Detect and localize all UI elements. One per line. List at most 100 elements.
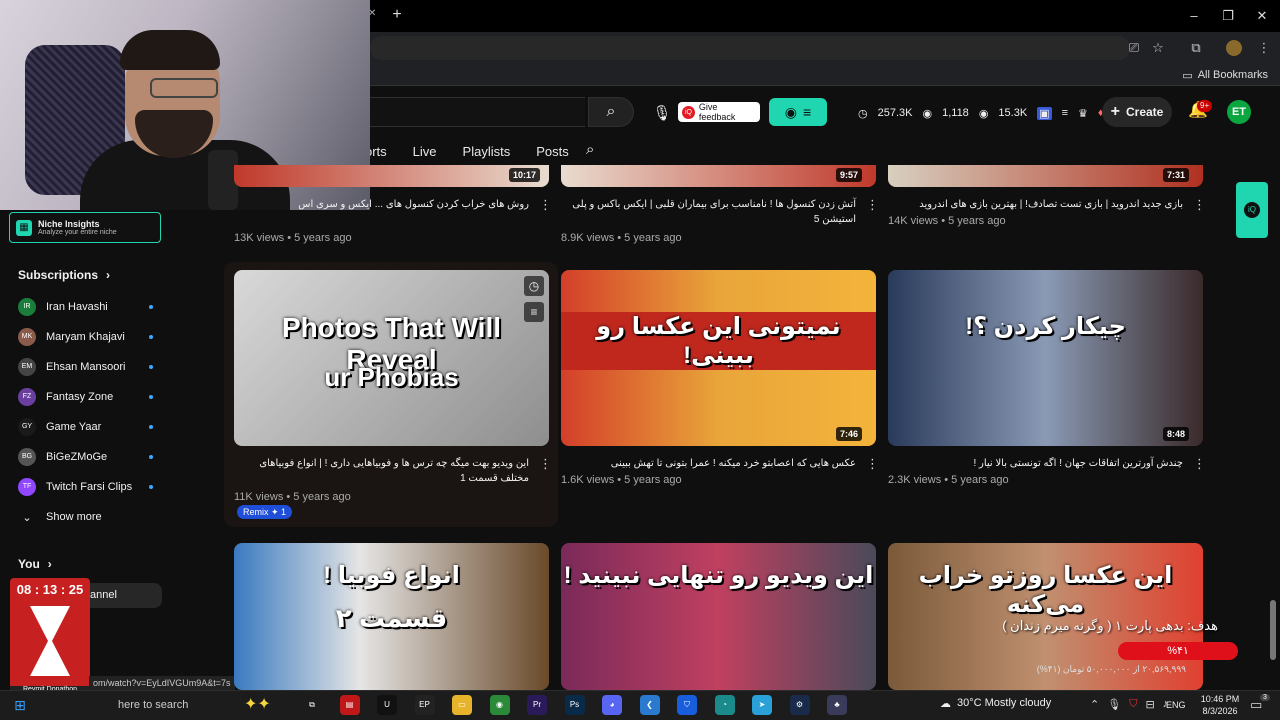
remix-badge[interactable]: Remix ✦ 1 bbox=[237, 505, 293, 519]
video-thumbnail[interactable]: نمیتونی این عکسا رو ببینی! bbox=[561, 270, 876, 446]
video-thumbnail[interactable]: این ویدیو رو تنهایی نبینید ! bbox=[561, 543, 876, 690]
unreal-icon[interactable]: U bbox=[377, 695, 397, 715]
video-title[interactable]: بازی جدید اندروید | بازی تست تصادف! | به… bbox=[888, 197, 1183, 212]
voice-search-button[interactable]: 🎙 bbox=[648, 99, 676, 127]
sidebar-item-subscription[interactable]: FZ Fantasy Zone bbox=[18, 387, 153, 407]
sidebar-item-label: Iran Havashi bbox=[46, 301, 108, 313]
tab-live[interactable]: Live bbox=[413, 144, 437, 159]
minimize-icon[interactable]: – bbox=[1184, 6, 1204, 26]
language-indicator[interactable]: ENG bbox=[1166, 700, 1186, 710]
sidebar-item-subscription[interactable]: GY Game Yaar bbox=[18, 417, 153, 437]
sidebar-item-label: Ehsan Mansoori bbox=[46, 361, 126, 373]
vscode-icon[interactable]: ❮ bbox=[639, 695, 660, 715]
close-window-icon[interactable]: ✕ bbox=[1252, 6, 1272, 26]
vidiq-button[interactable]: ◉ ≡ bbox=[769, 98, 827, 126]
video-menu-icon[interactable]: ⋮ bbox=[539, 197, 552, 213]
watch-later-icon[interactable]: ◷ bbox=[524, 276, 544, 296]
list-icon[interactable]: ≡ bbox=[1062, 107, 1068, 119]
niche-insights-button[interactable]: ▦ Niche Insights Analyze your entire nic… bbox=[9, 212, 161, 243]
sidebar-item-subscription[interactable]: IR Iran Havashi bbox=[18, 297, 153, 317]
your-channel-item[interactable]: annel bbox=[86, 583, 162, 608]
trophy-icon[interactable]: ♛ bbox=[1078, 107, 1088, 120]
video-meta: 13K views • 5 years ago bbox=[234, 232, 352, 244]
scrollbar-thumb[interactable] bbox=[1270, 600, 1276, 660]
video-thumbnail[interactable] bbox=[888, 165, 1203, 187]
avatar[interactable]: ET bbox=[1227, 100, 1251, 124]
sidebar-item-subscription[interactable]: TF Twitch Farsi Clips bbox=[18, 477, 153, 497]
show-more-button[interactable]: ⌄ Show more bbox=[18, 507, 153, 527]
extensions-icon[interactable]: ⧉ bbox=[1186, 38, 1206, 58]
video-menu-icon[interactable]: ⋮ bbox=[539, 456, 552, 472]
video-title[interactable]: چندش آورترین اتفاقات جهان ! اگه تونستی ب… bbox=[888, 456, 1183, 471]
weather-widget[interactable]: ☁ 30°C Mostly cloudy bbox=[940, 697, 1051, 710]
channel-avatar: BG bbox=[18, 448, 36, 466]
cloud-icon: ☁ bbox=[940, 698, 951, 710]
video-thumbnail[interactable] bbox=[561, 165, 876, 187]
video-menu-icon[interactable]: ⋮ bbox=[1193, 197, 1206, 213]
bitwarden-icon[interactable]: ⛉ bbox=[677, 695, 697, 715]
sidebar-item-subscription[interactable]: MK Maryam Khajavi bbox=[18, 327, 153, 347]
add-to-queue-icon[interactable]: ≡ bbox=[524, 302, 544, 322]
video-meta: 1.6K views • 5 years ago bbox=[561, 474, 682, 486]
video-title[interactable]: این ویدیو بهت میگه چه ترس ها و فوبیاهایی… bbox=[234, 456, 529, 486]
vidiq-icon: ◉ bbox=[784, 103, 798, 120]
video-meta: 14K views • 5 years ago bbox=[888, 215, 1006, 227]
plus-icon: + bbox=[1110, 103, 1120, 120]
new-tab-icon[interactable]: + bbox=[388, 6, 406, 24]
give-feedback-button[interactable]: iQ Give feedback bbox=[678, 102, 760, 122]
maximize-icon[interactable]: ❐ bbox=[1218, 6, 1238, 26]
copilot-sparkle-icon[interactable]: ✦✦ bbox=[244, 694, 284, 716]
pdf-app-icon[interactable]: ▤ bbox=[339, 695, 360, 715]
file-explorer-icon[interactable]: ▭ bbox=[452, 695, 472, 715]
photoshop-icon[interactable]: Ps bbox=[564, 695, 585, 715]
video-thumbnail[interactable]: چیکار کردن ؟! bbox=[888, 270, 1203, 446]
video-thumbnail[interactable] bbox=[234, 165, 549, 187]
video-menu-icon[interactable]: ⋮ bbox=[1193, 456, 1206, 472]
sidebar-item-subscription[interactable]: EM Ehsan Mansoori bbox=[18, 357, 153, 377]
shield-icon: ⛉ bbox=[1129, 698, 1138, 710]
premiere-icon[interactable]: Pr bbox=[527, 695, 547, 715]
system-tray[interactable]: ⌃ 🎙 ⛉ ⊟ ♪ bbox=[1090, 698, 1168, 711]
video-menu-icon[interactable]: ⋮ bbox=[866, 456, 879, 472]
all-bookmarks[interactable]: ▭ All Bookmarks bbox=[1182, 66, 1268, 84]
tab-posts[interactable]: Posts bbox=[536, 144, 569, 159]
steam-icon[interactable]: ⚙ bbox=[789, 695, 810, 715]
game-controller-icon[interactable]: ♣ bbox=[827, 695, 847, 715]
search-button[interactable]: ⌕ bbox=[588, 97, 634, 127]
address-bar[interactable] bbox=[370, 36, 1130, 60]
edge-icon[interactable]: ◔ bbox=[714, 695, 735, 715]
subscriptions-heading[interactable]: Subscriptions › bbox=[18, 268, 110, 282]
discord-icon[interactable]: ◕ bbox=[602, 695, 622, 715]
sidebar-item-subscription[interactable]: BG BiGeZMoGe bbox=[18, 447, 153, 467]
tool-icon[interactable]: ▣ bbox=[1037, 106, 1052, 120]
search-input[interactable] bbox=[365, 97, 585, 127]
vidiq-side-panel-button[interactable]: iQ bbox=[1236, 182, 1268, 238]
channel-search-icon[interactable]: ⌕ bbox=[586, 141, 606, 161]
menu-dots-icon[interactable]: ⋮ bbox=[1254, 38, 1274, 58]
video-duration: 8:48 bbox=[1163, 427, 1190, 441]
task-view-icon[interactable]: ⧉ bbox=[302, 695, 322, 715]
video-title[interactable]: روش های خراب کردن کنسول های ... ایکس و س… bbox=[234, 197, 529, 212]
tab-playlists[interactable]: Playlists bbox=[463, 144, 511, 159]
video-thumbnail[interactable]: Photos That Will Reveal ur Phobias bbox=[234, 270, 549, 446]
chrome-icon[interactable]: ◉ bbox=[489, 695, 510, 715]
star-icon[interactable]: ☆ bbox=[1148, 38, 1168, 58]
taskbar-search[interactable]: here to search bbox=[96, 694, 256, 716]
new-content-dot bbox=[149, 455, 153, 459]
windows-start-icon[interactable]: ⊞ bbox=[10, 695, 30, 715]
taskbar-clock[interactable]: 10:46 PM 8/3/2026 bbox=[1196, 693, 1244, 717]
video-title[interactable]: عکس هایی که اعصابتو خرد میکنه ! عمرا بتو… bbox=[561, 456, 856, 471]
video-title[interactable]: آتش زدن کنسول ها ! نامناسب برای بیماران … bbox=[561, 197, 856, 227]
video-menu-icon[interactable]: ⋮ bbox=[866, 197, 879, 213]
telegram-icon[interactable]: ➤ bbox=[752, 695, 772, 715]
profile-icon[interactable] bbox=[1226, 40, 1242, 56]
timer-text: 08 : 13 : 25 bbox=[16, 582, 84, 597]
chevron-down-icon: ⌄ bbox=[22, 511, 32, 524]
you-heading[interactable]: You › bbox=[18, 557, 52, 571]
thumbnail-text: این عکسا روزتو خراب می‌کنه bbox=[918, 562, 1173, 618]
thumbnail-text: نمیتونی این عکسا رو ببینی! bbox=[561, 312, 876, 370]
cast-icon[interactable]: ⎚ bbox=[1124, 38, 1144, 58]
epic-games-icon[interactable]: EP bbox=[414, 695, 435, 715]
video-thumbnail[interactable]: انواع فوبیا ! قسمت ۲ bbox=[234, 543, 549, 690]
create-button[interactable]: + Create bbox=[1102, 97, 1172, 127]
